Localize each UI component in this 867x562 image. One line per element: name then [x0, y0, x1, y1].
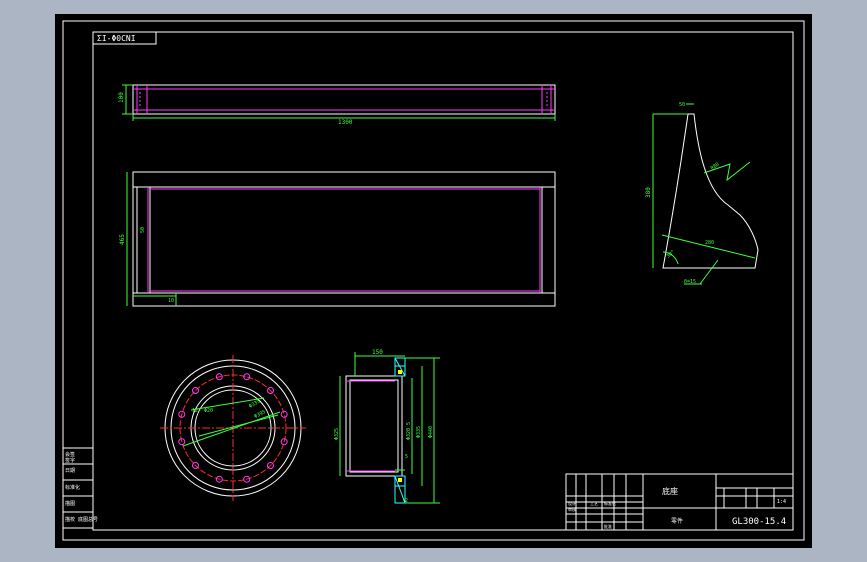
dim-section-left: Φ325	[334, 428, 340, 440]
dim-top-length: 1300	[338, 119, 353, 126]
drawing-sheet: ΣI-Φ0CNI 会签 签字 日期 标准化 描图 描校 底图总号 100 130…	[55, 14, 812, 548]
dim-front-base: 10	[168, 298, 174, 304]
side-label-5: 描图	[65, 500, 75, 507]
dim-rib-thickness: δ=15	[684, 279, 696, 285]
dim-section-d3: Φ440	[428, 426, 434, 438]
title-label-1: 设计	[568, 500, 576, 506]
dim-rib-height: 380	[645, 187, 652, 198]
title-label-4: 标准化	[604, 500, 616, 506]
part-type: 零件	[671, 517, 683, 525]
title-block: 底座 零件 GL300-15.4 1:4 设计 审核 工艺 标准化 批准	[565, 473, 794, 531]
side-label-4: 标准化	[65, 484, 80, 491]
rib-view: 50 380 280 R80 30° δ=15	[645, 102, 759, 285]
side-label-column: 会签 签字 日期 标准化 描图 描校 底图总号	[62, 447, 98, 529]
bolt-hole	[280, 410, 288, 418]
title-label-5: 批准	[604, 523, 612, 529]
dim-rib-top: 50	[679, 102, 685, 108]
side-label-3: 日期	[65, 468, 75, 474]
drawing-number-box-text: ΣI-Φ0CNI	[97, 34, 136, 43]
cad-viewport[interactable]: ΣI-Φ0CNI 会签 签字 日期 标准化 描图 描校 底图总号 100 130…	[0, 0, 867, 562]
top-view: 100 1300	[118, 84, 556, 126]
dim-front-inner: 50	[140, 227, 146, 233]
dim-top-height: 100	[118, 92, 125, 103]
dim-rib-diag: 280	[705, 240, 714, 246]
scale-value: 1:4	[777, 499, 786, 505]
dim-section-d2: Φ335	[416, 426, 422, 438]
section-view: 150 Φ320 5 Φ335 Φ440 Φ325 5 2	[334, 349, 440, 504]
dim-front-height: 465	[119, 234, 126, 245]
title-label-3: 工艺	[590, 501, 598, 506]
front-view: 465 50 10	[119, 171, 556, 307]
title-label-2: 审核	[568, 506, 576, 512]
dim-section-small: 5	[405, 454, 408, 460]
flange-circle-view: 12- Φ20 Φ335 Φ395	[160, 355, 306, 501]
drawing-number: GL300-15.4	[732, 517, 786, 527]
side-label-1: 会签	[65, 451, 75, 458]
dim-circle-holes: 12- Φ20	[192, 408, 213, 414]
side-label-2: 签字	[65, 457, 75, 464]
side-label-7: 底图总号	[78, 516, 98, 523]
part-name: 底座	[662, 486, 678, 496]
dim-section-width: 150	[372, 349, 383, 356]
cad-drawing: ΣI-Φ0CNI 会签 签字 日期 标准化 描图 描校 底图总号 100 130…	[62, 20, 805, 541]
bolt-hole	[243, 373, 251, 381]
dim-rib-radius: R80	[710, 162, 721, 172]
dim-section-bottom: 2	[405, 498, 408, 504]
dim-section-d1: Φ320 5	[406, 422, 412, 440]
bolt-hole	[192, 387, 199, 394]
side-label-6: 描校	[65, 516, 75, 523]
